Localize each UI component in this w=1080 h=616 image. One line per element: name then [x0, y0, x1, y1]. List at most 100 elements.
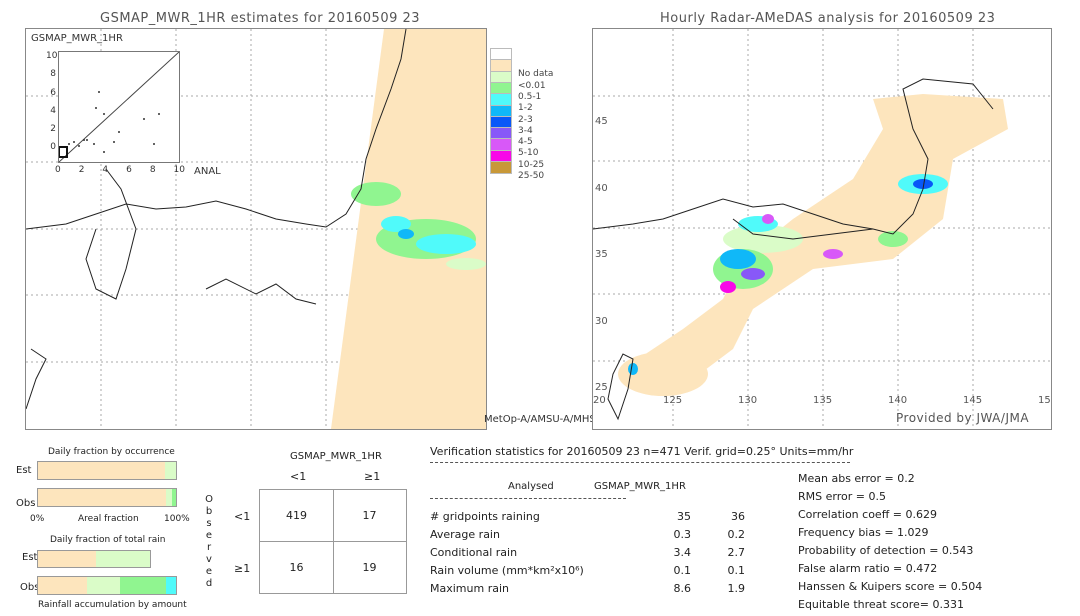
- observed-label: Observed: [204, 494, 214, 590]
- left-map-title: GSMAP_MWR_1HR estimates for 20160509 23: [100, 11, 421, 26]
- inset-ytick: 10: [46, 51, 58, 61]
- stat-label: # gridpoints raining: [430, 510, 540, 523]
- total-rain-title: Daily fraction of total rain: [50, 535, 166, 545]
- score-item: False alarm ratio = 0.472: [798, 562, 938, 575]
- observed-letter: b: [205, 506, 213, 517]
- stats-table: # gridpoints raining 35 36 Average rain 0…: [430, 510, 760, 600]
- lat-tick: 35: [595, 249, 608, 260]
- stat-label: Maximum rain: [430, 582, 509, 595]
- cell-hit-none: 419: [286, 508, 307, 522]
- col-estimate: GSMAP_MWR_1HR: [594, 481, 686, 492]
- stat-estimate: 2.7: [727, 546, 746, 559]
- est-occurrence-bar: [37, 461, 177, 480]
- score-item: RMS error = 0.5: [798, 490, 886, 503]
- lat-tick: 25: [595, 382, 608, 393]
- inset-ytick: 0: [50, 142, 56, 153]
- lat-tick: 40: [595, 182, 608, 194]
- stats-row: Conditional rain 3.4 2.7: [430, 546, 760, 564]
- score-item: Correlation coeff = 0.629: [798, 508, 937, 521]
- axis-100-percent: 100%: [164, 514, 190, 524]
- inset-xtick: 2: [78, 165, 85, 175]
- occurrence-title: Daily fraction by occurrence: [48, 447, 175, 457]
- score-item: Equitable threat score= 0.331: [798, 598, 964, 611]
- color-legend: No data <0.01 0.5-1 1-2 2-3 3-4 4-5 5-10 10-25 25…: [490, 48, 570, 181]
- stat-label: Average rain: [430, 528, 500, 541]
- legend-label: 4-5: [518, 137, 533, 148]
- stats-row: Average rain 0.3 0.2: [430, 528, 760, 546]
- col-analysed: Analysed: [508, 481, 554, 492]
- stats-header: Verification statistics for 20160509 23 …: [430, 445, 854, 458]
- inset-xtick: 4: [102, 165, 109, 175]
- row-header: <1: [234, 510, 251, 523]
- inset-xtick: 10: [173, 165, 185, 175]
- lon-tick: 140: [888, 395, 908, 406]
- stat-analysed: 35: [677, 510, 691, 523]
- stat-estimate: 0.2: [727, 528, 746, 541]
- divider: [430, 498, 626, 499]
- cell-false-alarm: 17: [362, 508, 377, 522]
- inset-ytick: 6: [50, 87, 56, 98]
- stat-analysed: 3.4: [673, 546, 692, 559]
- inset-scatter: [58, 51, 180, 163]
- observed-letter: O: [205, 494, 213, 505]
- obs-occurrence-bar: [37, 488, 177, 507]
- right-map-svg: [592, 29, 1051, 429]
- stat-analysed: 8.6: [673, 582, 692, 595]
- observed-letter: v: [206, 554, 212, 565]
- row-header: ≥1: [234, 562, 251, 575]
- inset-xtick: 6: [126, 165, 132, 175]
- legend-label: 0.5-1: [518, 91, 542, 102]
- contingency-grid: 419 17 16 19: [259, 489, 407, 594]
- right-map: 45 40 35 30 25 20 125 130 135 140 145 15…: [592, 28, 1052, 430]
- stat-estimate: 36: [731, 510, 745, 523]
- scores-list: Mean abs error = 0.2 RMS error = 0.5 Corre…: [798, 472, 982, 616]
- est-total-bar: [37, 550, 151, 568]
- left-map: GSMAP_MWR_1HR 10 8 6 4 2 0 0 2 4 6 8 10 …: [25, 28, 487, 430]
- legend-label: 5-10: [518, 148, 539, 159]
- lat-tick: 45: [595, 116, 608, 127]
- score-item: Frequency bias = 1.029: [798, 526, 929, 539]
- divider: [430, 462, 850, 463]
- cell-miss: 16: [289, 560, 304, 574]
- score-item: Hanssen & Kuipers score = 0.504: [798, 580, 983, 593]
- legend-swatch: [490, 161, 512, 174]
- legend-label: 2-3: [518, 114, 533, 125]
- stat-label: Conditional rain: [430, 546, 518, 559]
- stat-analysed: 0.3: [673, 528, 692, 541]
- inset-x-label: ANAL: [194, 166, 221, 177]
- stat-analysed: 0.1: [673, 564, 692, 577]
- inset-ytick: 8: [50, 69, 56, 80]
- col-header: <1: [290, 470, 307, 483]
- observed-letter: s: [206, 518, 212, 529]
- lon-tick: 15: [1038, 395, 1051, 406]
- accum-label: Rainfall accumulation by amount: [38, 600, 187, 610]
- lon-tick: 130: [738, 395, 758, 406]
- inset-xtick: 0: [55, 165, 61, 175]
- inset-y-label: GSMAP_MWR_1HR: [31, 33, 123, 44]
- inset-xtick: 8: [149, 165, 156, 175]
- axis-0-percent: 0%: [30, 514, 45, 524]
- lon-tick: 145: [963, 395, 983, 406]
- contingency-title: GSMAP_MWR_1HR: [290, 451, 382, 462]
- lon-tick: 135: [813, 395, 833, 406]
- stats-row: Maximum rain 8.6 1.9: [430, 582, 760, 600]
- inset-ytick: 2: [50, 124, 56, 135]
- stats-row: # gridpoints raining 35 36: [430, 510, 760, 528]
- score-item: Mean abs error = 0.2: [798, 472, 915, 485]
- legend-label: 3-4: [518, 125, 533, 136]
- lon-tick: 125: [663, 395, 683, 406]
- legend-label: <0.01: [518, 80, 546, 91]
- est-label-2: Est: [22, 552, 38, 563]
- observed-letter: r: [206, 542, 212, 553]
- legend-label: No data: [518, 69, 554, 80]
- data-credit: Provided by JWA/JMA: [896, 411, 1030, 425]
- axis-areal-fraction: Areal fraction: [78, 514, 139, 524]
- legend-label: 10-25: [518, 159, 545, 170]
- radar-coverage: [618, 94, 1008, 396]
- stat-label: Rain volume (mm*km²x10⁶): [430, 564, 584, 577]
- stats-row: Rain volume (mm*km²x10⁶) 0.1 0.1: [430, 564, 760, 582]
- lon-tick: 20: [593, 395, 606, 406]
- inset-ytick: 4: [50, 105, 56, 116]
- col-header: ≥1: [364, 470, 381, 483]
- legend-label: 25-50: [518, 171, 545, 181]
